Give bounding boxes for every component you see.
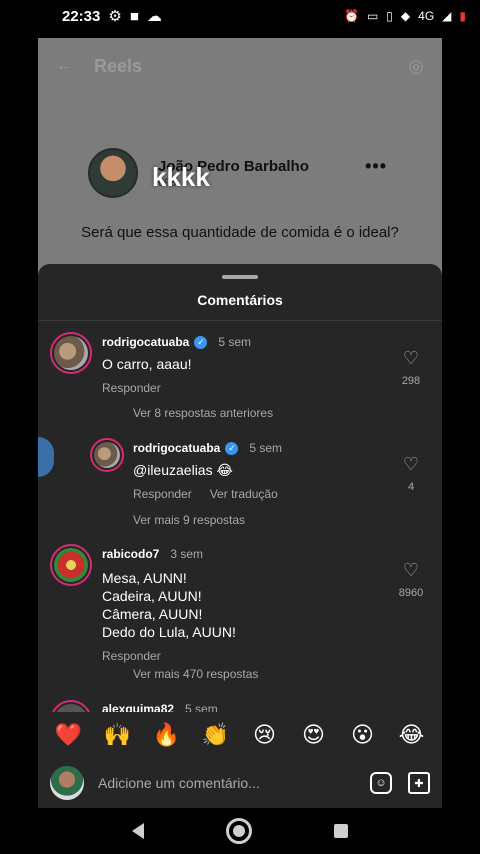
comment-time: 5 sem <box>218 335 252 349</box>
translate-button[interactable]: Ver tradução <box>210 487 278 501</box>
verified-icon: ✓ <box>225 441 239 455</box>
alarm-icon: ⏰ <box>344 9 359 23</box>
comment-text: O carro, aaau! <box>102 356 192 372</box>
comment-input-bar: Adicione um comentário... ☺ ✚ <box>38 758 442 808</box>
comment-time: 3 sem <box>170 547 204 561</box>
divider <box>38 320 442 321</box>
emoji-fire[interactable]: 🔥 <box>149 723 185 748</box>
battery-icon: ▮ <box>459 9 466 23</box>
reel-header: ← Reels ◎ <box>38 48 442 84</box>
comment-text: @ileuzaelias 😂 <box>133 462 233 478</box>
emoji-raised-hands[interactable]: 🙌 <box>100 723 136 748</box>
reel-overlay-text: kkkk <box>152 162 210 192</box>
recents-icon[interactable] <box>334 824 348 838</box>
view-replies-button[interactable]: Ver 8 respostas anteriores <box>133 406 273 420</box>
home-icon[interactable] <box>226 818 252 844</box>
comment-text-line: Cadeira, AUUN! <box>102 588 202 604</box>
android-nav-bar <box>0 808 480 854</box>
like-button[interactable]: ♡ 4 <box>396 454 426 493</box>
like-count: 4 <box>407 481 415 493</box>
comment-text-line: Câmera, AUUN! <box>102 606 203 622</box>
comment-time: 5 sem <box>249 441 283 455</box>
avatar[interactable] <box>50 332 92 374</box>
emoji-bar: ❤️ 🙌 🔥 👏 😢 😍 😮 😂 <box>38 712 442 758</box>
vibrate-icon: ▯ <box>386 9 393 23</box>
emoji-heart-eyes[interactable]: 😍 <box>296 723 332 748</box>
signal-icon: ◢ <box>442 9 452 23</box>
reply-button[interactable]: Responder <box>102 649 161 663</box>
emoji-surprised[interactable]: 😮 <box>345 723 381 748</box>
like-count: 298 <box>401 375 421 387</box>
comment-username[interactable]: rodrigocatuaba <box>102 335 189 349</box>
cloud-icon: ☁ <box>146 8 162 25</box>
camera-icon[interactable]: ◎ <box>408 56 424 77</box>
verified-icon: ✓ <box>194 335 208 349</box>
cast-icon: ▭ <box>366 9 379 23</box>
sticker-icon[interactable]: ☺ <box>370 772 392 794</box>
gift-icon[interactable]: ✚ <box>408 772 430 794</box>
wifi-icon: ◆ <box>400 9 411 23</box>
like-count: 8960 <box>398 587 424 599</box>
comment-username[interactable]: rabicodo7 <box>102 547 159 561</box>
emoji-clap[interactable]: 👏 <box>198 723 234 748</box>
avatar[interactable] <box>50 544 92 586</box>
heart-icon[interactable]: ♡ <box>396 348 426 369</box>
author-avatar[interactable] <box>88 148 138 198</box>
view-replies-button[interactable]: Ver mais 9 respostas <box>133 513 245 527</box>
like-button[interactable]: ♡ 8960 <box>393 560 429 599</box>
heart-icon[interactable]: ♡ <box>396 454 426 475</box>
emoji-heart[interactable]: ❤️ <box>51 723 87 748</box>
notification-icon: ⚙ <box>108 8 122 25</box>
reply-button[interactable]: Responder <box>133 487 192 501</box>
more-options-icon[interactable]: ••• <box>365 156 387 177</box>
like-button[interactable]: ♡ 298 <box>396 348 426 387</box>
status-time: 22:33 <box>62 7 101 25</box>
reel-title: Reels <box>94 55 143 76</box>
drag-handle[interactable] <box>222 275 258 279</box>
back-icon[interactable] <box>132 823 144 839</box>
avatar[interactable] <box>90 438 124 472</box>
comment-username[interactable]: rodrigocatuaba <box>133 441 220 455</box>
back-arrow-icon[interactable]: ← <box>56 57 72 75</box>
heart-icon[interactable]: ♡ <box>393 560 429 581</box>
video-icon: ■ <box>129 7 139 25</box>
comment-input[interactable]: Adicione um comentário... <box>98 775 354 791</box>
comment-text-line: Dedo do Lula, AUUN! <box>102 624 236 640</box>
sheet-title: Comentários <box>197 292 283 308</box>
comment-text-line: Mesa, AUNN! <box>102 570 187 586</box>
network-label: 4G <box>418 9 435 23</box>
emoji-crying[interactable]: 😢 <box>247 723 283 748</box>
user-avatar <box>50 766 84 800</box>
reply-button[interactable]: Responder <box>102 381 161 395</box>
emoji-laughing[interactable]: 😂 <box>394 723 430 748</box>
status-bar: 22:33 ⚙ ■ ☁ ⏰ ▭ ▯ ◆ 4G ◢ ▮ <box>0 0 480 32</box>
view-replies-button[interactable]: Ver mais 470 respostas <box>133 667 258 681</box>
reel-caption: Será que essa quantidade de comida é o i… <box>81 224 399 241</box>
